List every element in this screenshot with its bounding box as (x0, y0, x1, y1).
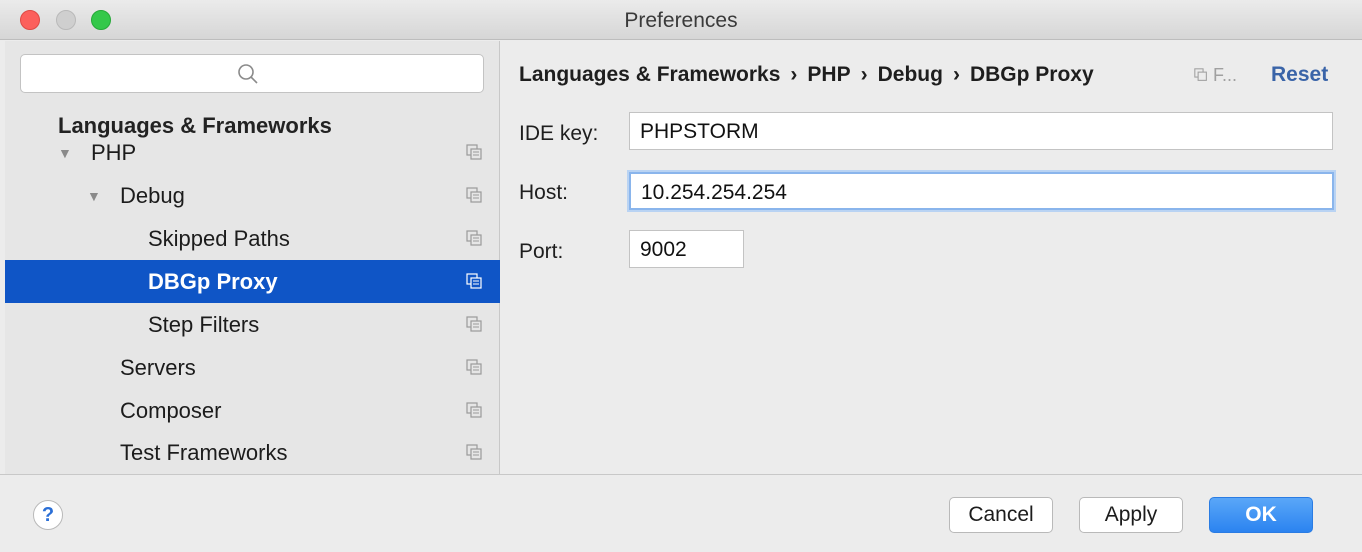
sidebar-item-label: Step Filters (148, 312, 260, 337)
reset-link[interactable]: Reset (1271, 63, 1328, 87)
sidebar-item-label: Debug (120, 183, 185, 208)
window-title: Preferences (624, 9, 738, 32)
copy-scope-icon (466, 230, 482, 246)
search-icon (238, 64, 258, 84)
ok-button[interactable]: OK (1209, 497, 1313, 533)
triangle-down-icon[interactable]: ▼ (58, 145, 72, 161)
settings-panel: Languages & Frameworks › PHP › Debug › DBGp Pr… (501, 41, 1362, 474)
breadcrumb-item: Languages & Frameworks (519, 63, 781, 86)
sidebar-item-debug[interactable]: ▼ Debug (5, 174, 500, 217)
sidebar-item-skipped-paths[interactable]: Skipped Paths (5, 217, 500, 260)
copy-scope-icon (466, 402, 482, 418)
sidebar-item-test-frameworks[interactable]: Test Frameworks (5, 431, 500, 474)
breadcrumb-separator: › (952, 63, 960, 86)
copy-scope-icon (466, 444, 482, 460)
copy-scope-icon (1194, 68, 1207, 81)
breadcrumb-separator: › (860, 63, 868, 86)
dialog-footer: ? Cancel Apply OK (0, 474, 1362, 552)
ide-key-field[interactable]: PHPSTORM (629, 112, 1333, 150)
host-label: Host: (519, 181, 569, 204)
copy-scope-icon (466, 359, 482, 375)
breadcrumb-separator: › (790, 63, 798, 86)
port-label: Port: (519, 240, 564, 263)
project-scope-indicator: F... (1194, 65, 1237, 86)
sidebar-item-dbgp-proxy[interactable]: DBGp Proxy (5, 260, 500, 303)
breadcrumb-item: DBGp Proxy (969, 63, 1094, 86)
copy-scope-icon (466, 144, 482, 160)
host-field[interactable]: 10.254.254.254 (629, 172, 1334, 210)
sidebar-item-label: Skipped Paths (148, 226, 290, 251)
settings-search-input[interactable] (20, 54, 484, 93)
sidebar-item-php[interactable]: ▼ PHP (5, 131, 500, 174)
port-field[interactable]: 9002 (629, 230, 744, 268)
sidebar-item-label: Test Frameworks (120, 440, 288, 465)
breadcrumb: Languages & Frameworks › PHP › Debug › DBGp Pr… (519, 63, 1094, 87)
sidebar-item-servers[interactable]: Servers (5, 346, 500, 389)
triangle-down-icon[interactable]: ▼ (87, 188, 101, 204)
settings-sidebar: Languages & Frameworks ▼ PHP ▼ Debug Ski… (5, 41, 500, 474)
preferences-window: Preferences Languages & Frameworks ▼ PHP… (0, 0, 1362, 552)
help-button[interactable]: ? (33, 500, 63, 530)
ide-key-label: IDE key: (519, 122, 599, 145)
breadcrumb-item: PHP (807, 63, 851, 86)
copy-scope-icon (466, 273, 482, 289)
copy-scope-icon (466, 316, 482, 332)
sidebar-item-label: Servers (120, 355, 196, 380)
breadcrumb-item: Debug (877, 63, 943, 86)
sidebar-item-label: DBGp Proxy (148, 269, 278, 294)
sidebar-item-label: Composer (120, 398, 222, 423)
cancel-button[interactable]: Cancel (949, 497, 1053, 533)
copy-scope-icon (466, 187, 482, 203)
sidebar-item-step-filters[interactable]: Step Filters (5, 303, 500, 346)
title-bar: Preferences (0, 0, 1362, 40)
project-scope-label: F... (1213, 65, 1238, 85)
sidebar-item-label: PHP (91, 140, 137, 165)
sidebar-item-composer[interactable]: Composer (5, 389, 500, 432)
apply-button[interactable]: Apply (1079, 497, 1183, 533)
